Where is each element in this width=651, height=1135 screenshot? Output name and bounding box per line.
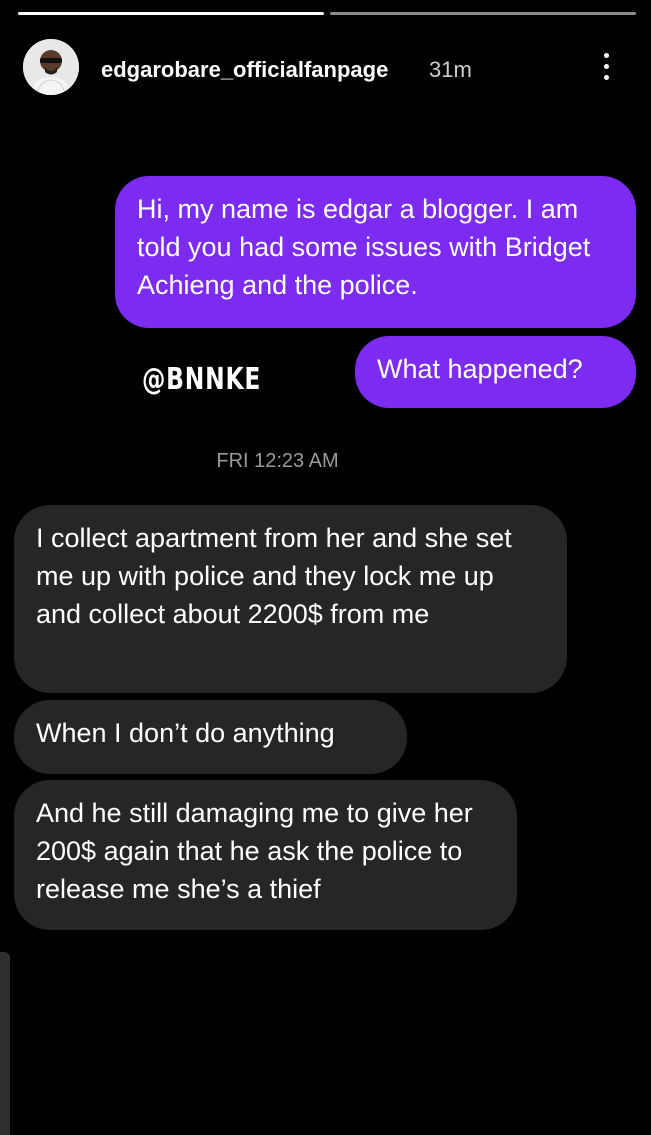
story-progress-segment-active — [18, 12, 324, 15]
story-progress-segment — [330, 12, 636, 15]
received-message-bubble: I collect apartment from her and she set… — [14, 505, 567, 693]
story-username[interactable]: edgarobare_officialfanpage — [101, 57, 388, 83]
message-timestamp: FRI 12:23 AM — [216, 450, 339, 472]
watermark-text: @BNNKE — [142, 362, 262, 397]
sent-message-bubble: What happened? — [355, 336, 636, 408]
user-avatar-icon[interactable] — [23, 39, 79, 95]
sent-message-bubble: Hi, my name is edgar a blogger. I am tol… — [115, 176, 636, 328]
story-time: 31m — [429, 57, 472, 82]
story-progress-bar — [18, 12, 636, 18]
story-header: edgarobare_officialfanpage 31m — [23, 39, 631, 99]
received-message-bubble: When I don’t do anything — [14, 700, 407, 774]
side-tab-handle[interactable] — [0, 952, 10, 1135]
received-message-bubble: And he still damaging me to give her 200… — [14, 780, 517, 930]
more-vertical-icon[interactable] — [599, 51, 613, 83]
